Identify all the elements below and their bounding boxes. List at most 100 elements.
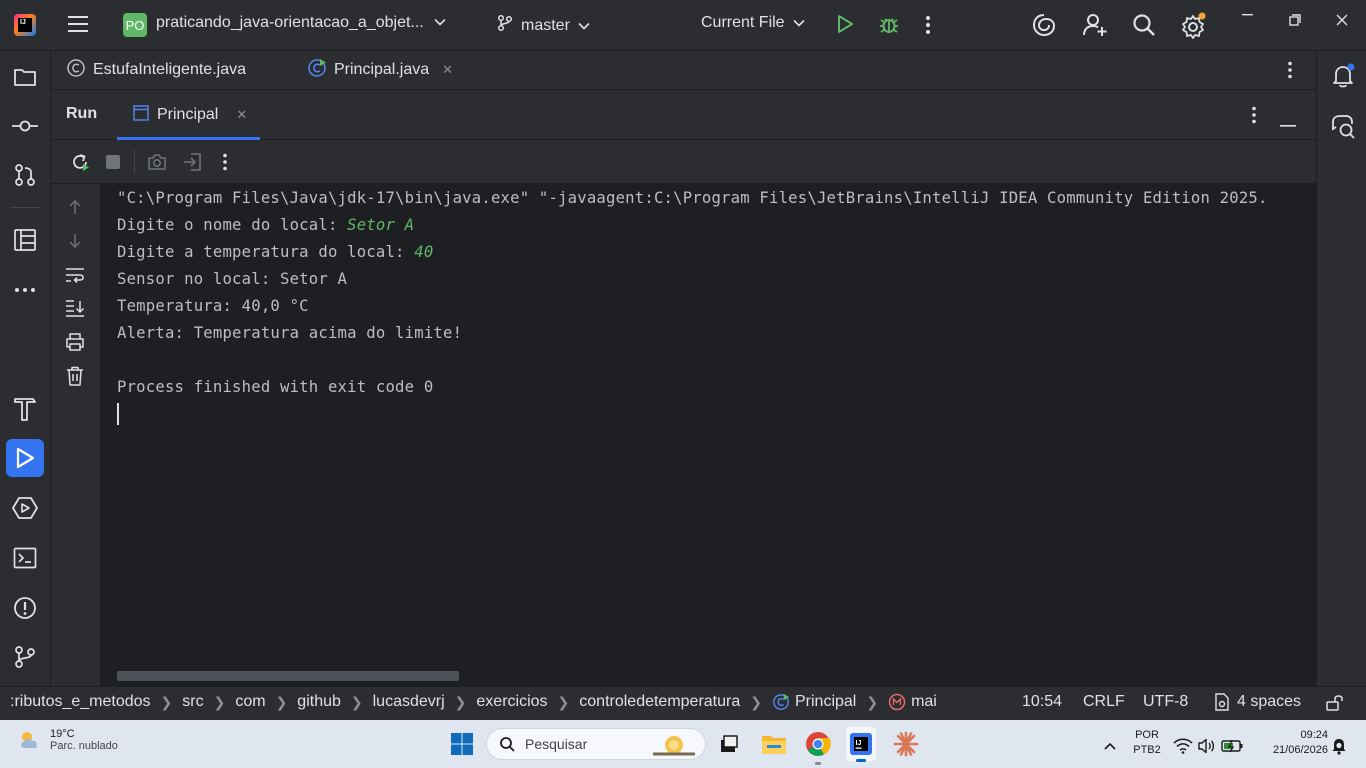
breadcrumb-item-class[interactable]: Principal <box>762 693 866 711</box>
console-output[interactable]: "C:\Program Files\Java\jdk-17\bin\java.e… <box>100 184 1316 686</box>
console-line: "C:\Program Files\Java\jdk-17\bin\java.e… <box>117 189 1268 207</box>
build-hammer-icon[interactable] <box>12 395 38 421</box>
windows-start-icon[interactable] <box>448 730 476 758</box>
breadcrumb-item[interactable]: :ributos_e_metodos <box>0 693 161 711</box>
pull-requests-icon[interactable] <box>12 162 38 188</box>
project-folder-icon[interactable] <box>12 64 38 90</box>
more-tools-icon[interactable] <box>12 277 38 303</box>
debug-button[interactable] <box>878 13 900 35</box>
play-icon <box>838 15 853 33</box>
tab-label: EstufaInteligente.java <box>93 61 246 78</box>
scroll-to-end-icon[interactable] <box>64 297 86 319</box>
console-line: Digite a temperatura do local: 40 <box>117 243 434 261</box>
chevron-right-icon: ❯ <box>750 693 762 710</box>
clock-date: 21/06/2026 <box>1272 744 1328 756</box>
terminal-icon[interactable] <box>12 545 38 571</box>
notifications-bell-icon[interactable] <box>1330 63 1356 89</box>
chrome-icon[interactable] <box>804 730 832 765</box>
line-separator[interactable]: CRLF <box>1083 693 1125 711</box>
chevron-up-icon[interactable] <box>1096 732 1124 760</box>
clear-trash-icon[interactable] <box>64 365 86 387</box>
main-menu-icon[interactable] <box>68 14 88 34</box>
run-tool-window-icon[interactable] <box>6 439 44 477</box>
project-badge[interactable]: PO <box>123 13 147 37</box>
class-icon <box>66 58 86 83</box>
breadcrumb-item-method[interactable]: mai <box>878 693 947 711</box>
minimize-button[interactable] <box>1242 14 1254 16</box>
clock[interactable]: 09:24 21/06/2026 <box>1258 728 1328 758</box>
breadcrumb: :ributos_e_metodos ❯ src ❯ com ❯ github … <box>0 693 947 711</box>
console-line: Digite o nome do local: Setor A <box>117 216 415 234</box>
lock-icon[interactable] <box>1326 695 1344 711</box>
input-language[interactable]: POR PTB2 <box>1133 728 1161 758</box>
svg-text:IJ: IJ <box>856 740 862 747</box>
bug-icon <box>880 18 898 33</box>
chevron-right-icon: ❯ <box>160 693 173 710</box>
breadcrumb-item[interactable]: src <box>172 693 213 711</box>
file-explorer-icon[interactable] <box>760 730 788 758</box>
user-input: 40 <box>414 243 434 261</box>
screenshot-camera-icon[interactable] <box>146 151 168 173</box>
notification-center-icon[interactable] <box>1330 732 1348 760</box>
branch-selector[interactable]: master <box>497 14 590 37</box>
print-icon[interactable] <box>64 331 86 353</box>
services-icon[interactable] <box>12 495 38 521</box>
stop-icon[interactable] <box>102 151 124 173</box>
settings-gear-icon[interactable] <box>1180 12 1208 40</box>
run-config-selector[interactable]: Current File <box>701 14 805 32</box>
tab-estufa-inteligente[interactable]: EstufaInteligente.java <box>66 51 246 89</box>
ai-assistant-icon[interactable] <box>1031 12 1057 38</box>
indent-setting[interactable]: 4 spaces <box>1213 693 1301 711</box>
close-tab-icon[interactable]: ✕ <box>236 107 247 123</box>
arrow-down-icon[interactable] <box>64 230 86 252</box>
more-icon[interactable] <box>214 151 236 173</box>
intellij-taskbar-icon[interactable]: IJ <box>846 727 876 762</box>
wifi-icon <box>1173 738 1193 754</box>
tab-principal[interactable]: Principal.java ✕ <box>307 51 453 89</box>
close-tab-icon[interactable]: ✕ <box>442 62 453 78</box>
run-window-title: Run <box>66 105 98 122</box>
chevron-down-icon <box>434 17 446 29</box>
search-icon[interactable] <box>1131 12 1157 38</box>
breadcrumb-item[interactable]: exercicios <box>466 693 557 711</box>
claude-icon[interactable] <box>892 730 920 758</box>
ai-chat-icon[interactable] <box>1330 113 1356 139</box>
project-selector[interactable]: praticando_java-orientacao_a_objet... <box>156 14 446 32</box>
taskbar-search[interactable]: Pesquisar <box>486 728 706 760</box>
indent-label: 4 spaces <box>1237 693 1302 710</box>
divider <box>134 150 135 174</box>
clock-time: 09:24 <box>1300 729 1328 741</box>
more-actions-icon[interactable] <box>925 15 931 35</box>
breadcrumb-label: mai <box>911 693 937 710</box>
commit-icon[interactable] <box>12 113 38 139</box>
project-name: praticando_java-orientacao_a_objet... <box>156 14 424 31</box>
close-window-button[interactable] <box>1336 14 1348 26</box>
breadcrumb-item[interactable]: controledetemperatura <box>569 693 750 711</box>
breadcrumb-item[interactable]: github <box>287 693 351 711</box>
task-view-icon[interactable] <box>714 730 742 758</box>
editor-more-icon[interactable] <box>1287 61 1293 84</box>
horizontal-scrollbar[interactable] <box>117 671 459 681</box>
restore-button[interactable] <box>1289 14 1301 26</box>
user-input: Setor A <box>347 216 415 234</box>
run-options-icon[interactable] <box>1251 106 1257 129</box>
language-code: POR <box>1135 729 1159 741</box>
exit-icon[interactable] <box>181 151 203 173</box>
console-line: Process finished with exit code 0 <box>117 378 434 396</box>
arrow-up-icon[interactable] <box>64 196 86 218</box>
caret-position[interactable]: 10:54 <box>1022 693 1062 711</box>
weather-widget[interactable]: 19°C Parc. nublado <box>16 728 118 752</box>
file-encoding[interactable]: UTF-8 <box>1143 693 1188 711</box>
git-icon[interactable] <box>12 644 38 670</box>
rerun-icon[interactable] <box>69 151 91 173</box>
problems-icon[interactable] <box>12 595 38 621</box>
system-tray[interactable] <box>1172 732 1244 760</box>
run-tab-principal[interactable]: Principal ✕ <box>117 90 260 140</box>
hide-panel-icon[interactable] <box>1280 114 1296 132</box>
add-user-icon[interactable] <box>1082 12 1108 38</box>
breadcrumb-item[interactable]: lucasdevrj <box>363 693 455 711</box>
breadcrumb-item[interactable]: com <box>225 693 275 711</box>
structure-icon[interactable] <box>12 227 38 253</box>
run-button[interactable] <box>836 14 854 34</box>
soft-wrap-icon[interactable] <box>64 264 86 286</box>
